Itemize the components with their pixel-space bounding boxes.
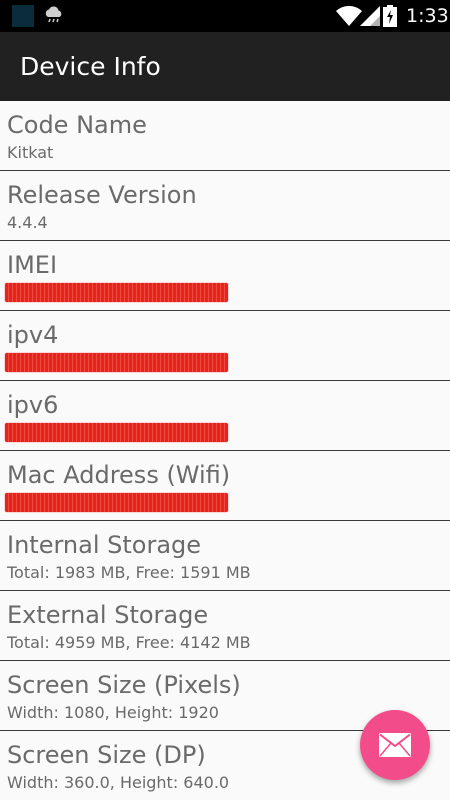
item-label: ipv6 bbox=[7, 391, 59, 419]
list-item-external-storage[interactable]: External Storage Total: 4959 MB, Free: 4… bbox=[0, 591, 450, 661]
item-label: Screen Size (DP) bbox=[7, 741, 206, 769]
item-label: Release Version bbox=[7, 181, 197, 209]
app-notification-icon bbox=[12, 5, 34, 27]
item-label: External Storage bbox=[7, 601, 209, 629]
page-title: Device Info bbox=[20, 52, 161, 81]
send-email-button[interactable] bbox=[360, 710, 430, 780]
item-label: IMEI bbox=[7, 251, 58, 279]
item-label: Code Name bbox=[7, 111, 147, 139]
list-item-ipv6[interactable]: ipv6 bbox=[0, 381, 450, 451]
status-bar: 1:33 bbox=[0, 0, 450, 32]
list-item-internal-storage[interactable]: Internal Storage Total: 1983 MB, Free: 1… bbox=[0, 521, 450, 591]
mail-icon bbox=[379, 733, 411, 757]
item-value: Total: 1983 MB, Free: 1591 MB bbox=[7, 563, 251, 582]
list-item-imei[interactable]: IMEI bbox=[0, 241, 450, 311]
redaction-mark bbox=[5, 423, 228, 442]
app-bar: Device Info bbox=[0, 32, 450, 101]
item-value: Total: 4959 MB, Free: 4142 MB bbox=[7, 633, 251, 652]
item-label: Internal Storage bbox=[7, 531, 202, 559]
weather-icon bbox=[45, 6, 62, 23]
wifi-icon bbox=[336, 5, 362, 26]
clock: 1:33 bbox=[406, 5, 449, 27]
list-item-release-version[interactable]: Release Version 4.4.4 bbox=[0, 171, 450, 241]
battery-charging-icon bbox=[383, 5, 397, 27]
item-value: Width: 1080, Height: 1920 bbox=[7, 703, 219, 722]
redaction-mark bbox=[5, 353, 228, 372]
list-item-code-name[interactable]: Code Name Kitkat bbox=[0, 101, 450, 171]
item-label: Screen Size (Pixels) bbox=[7, 671, 241, 699]
item-label: Mac Address (Wifi) bbox=[7, 461, 231, 489]
list-item-mac-address[interactable]: Mac Address (Wifi) bbox=[0, 451, 450, 521]
signal-icon bbox=[360, 6, 380, 26]
item-label: ipv4 bbox=[7, 321, 59, 349]
item-value: Kitkat bbox=[7, 143, 54, 162]
device-info-list: Code Name Kitkat Release Version 4.4.4 I… bbox=[0, 101, 450, 800]
list-item-ipv4[interactable]: ipv4 bbox=[0, 311, 450, 381]
redaction-mark bbox=[5, 493, 228, 512]
redaction-mark bbox=[5, 283, 228, 302]
item-value: 4.4.4 bbox=[7, 213, 48, 232]
item-value: Width: 360.0, Height: 640.0 bbox=[7, 773, 230, 792]
